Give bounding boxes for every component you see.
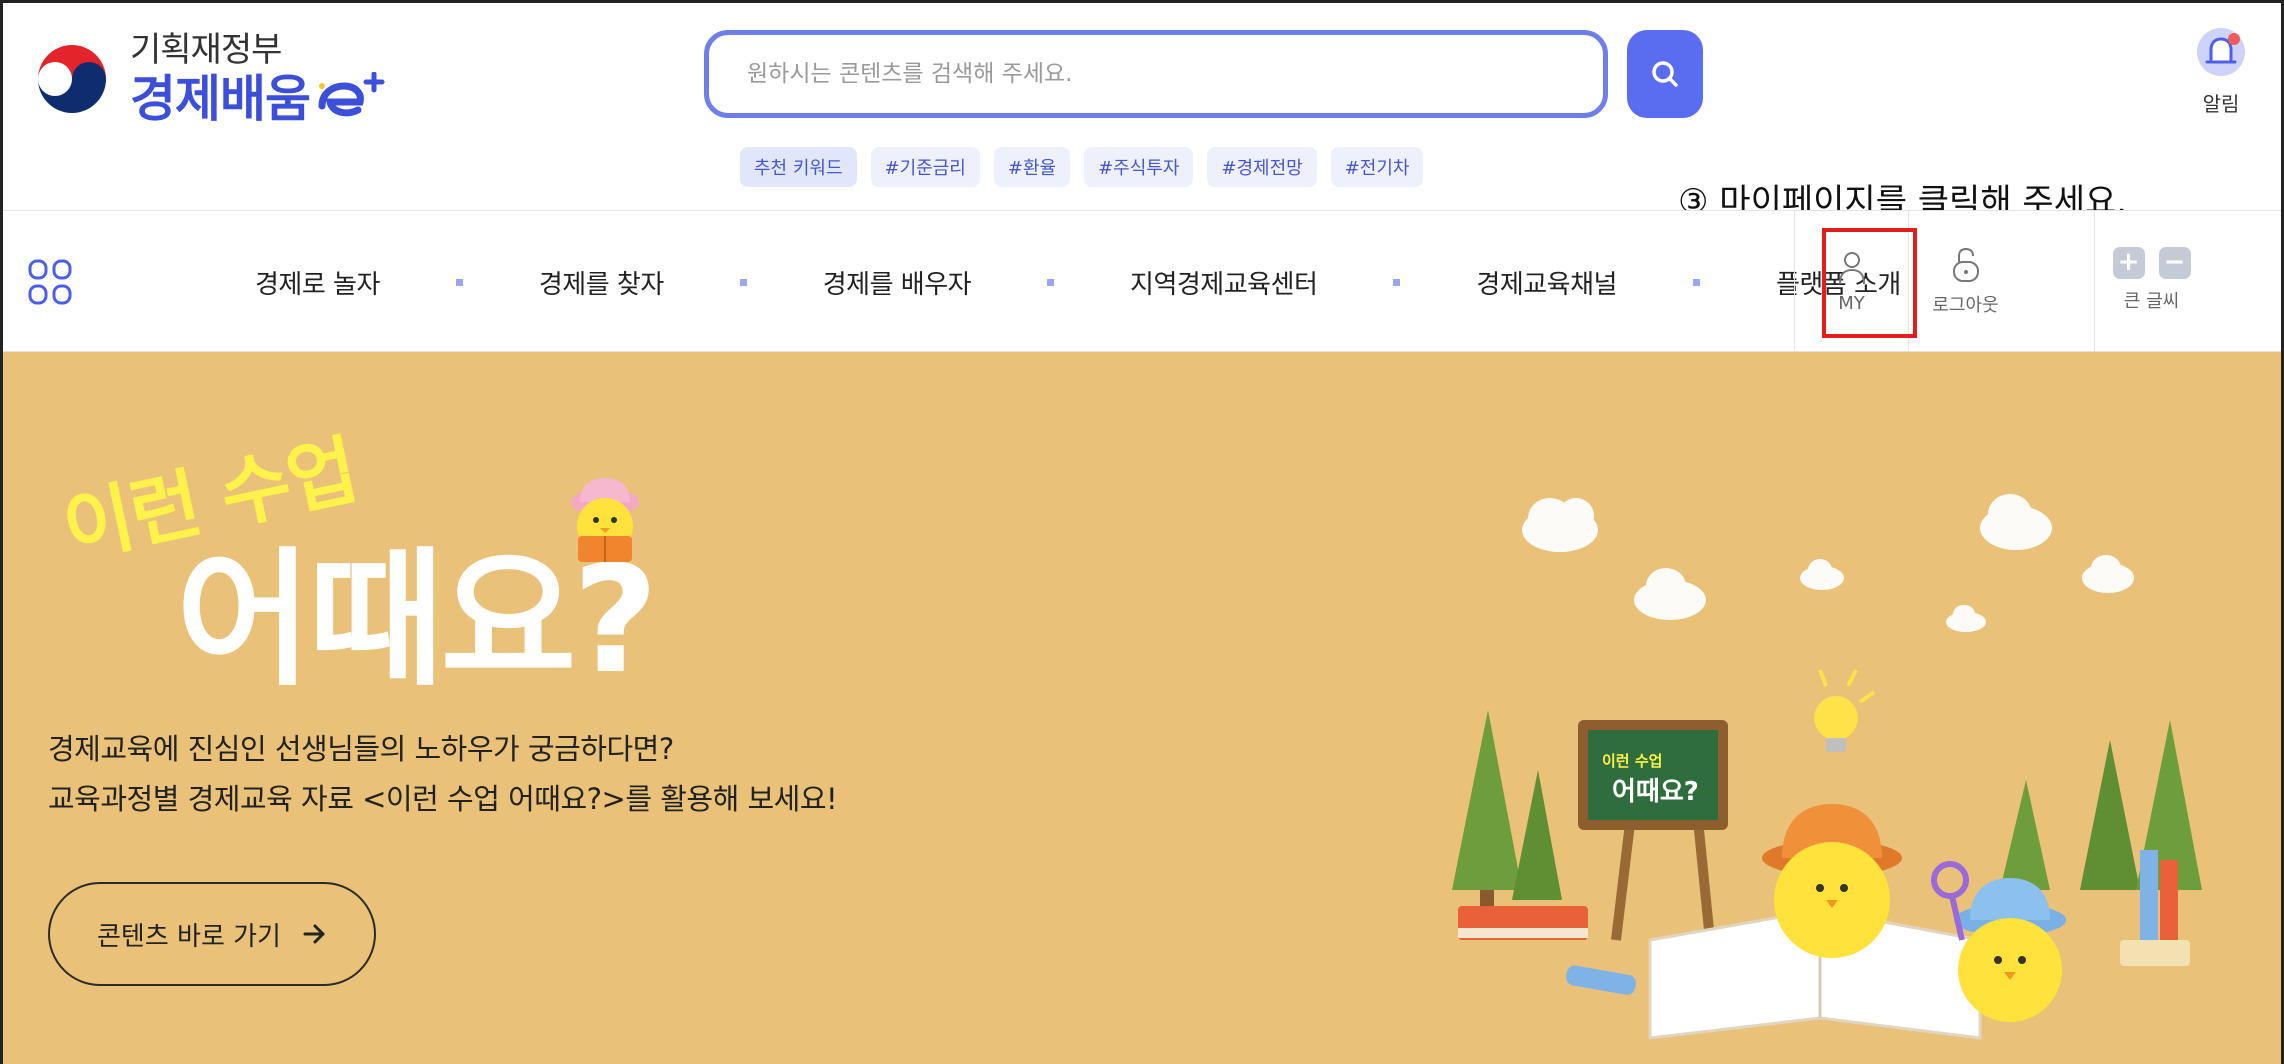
alarm-label: 알림 — [2202, 92, 2240, 116]
cloud-icon — [1946, 605, 1986, 632]
search-button[interactable] — [1627, 30, 1703, 118]
nav-separator — [1393, 278, 1401, 286]
reading-chick-icon — [571, 478, 639, 562]
ministry-name: 기획재정부 — [130, 30, 282, 70]
nav-item-play[interactable]: 경제로 놀자 — [255, 264, 380, 301]
site-logo[interactable]: 기획재정부 경제배움 — [30, 30, 386, 128]
search-input[interactable] — [709, 35, 1603, 113]
logout-label: 로그아웃 — [1932, 295, 1999, 316]
service-name: 경제배움 — [130, 70, 311, 128]
font-size-label: 큰 글씨 — [2123, 291, 2180, 312]
board-text-big: 어때요? — [1612, 777, 1699, 807]
search-box — [704, 30, 1608, 118]
taegeuk-logo-icon — [32, 39, 112, 119]
keywords-label: 추천 키워드 — [740, 147, 857, 187]
nav-item-channel[interactable]: 경제교육채널 — [1476, 264, 1617, 301]
search-icon — [1652, 61, 1678, 87]
nav-item-learn[interactable]: 경제를 배우자 — [823, 264, 972, 301]
gnb-menu: 경제로 놀자 경제를 찾자 경제를 배우자 지역경제교육센터 경제교육채널 플랫… — [255, 211, 1901, 353]
keyword-chip[interactable]: #경제전망 — [1207, 147, 1317, 187]
nav-separator — [455, 278, 463, 286]
cloud-icon — [1800, 559, 1844, 590]
cta-label: 콘텐츠 바로 가기 — [97, 921, 281, 952]
cloud-icon — [1634, 568, 1706, 620]
all-menu-grid-icon[interactable] — [28, 259, 72, 305]
content-shortcut-button[interactable]: 콘텐츠 바로 가기 — [48, 882, 376, 986]
nav-separator — [1047, 278, 1055, 286]
classroom-illustration: 이런 수업 어때요? — [1452, 494, 2202, 1040]
main-navigation: 경제로 놀자 경제를 찾자 경제를 배우자 지역경제교육센터 경제교육채널 플랫… — [0, 210, 2284, 353]
keyword-chip[interactable]: #전기차 — [1330, 147, 1424, 187]
nav-item-find[interactable]: 경제를 찾자 — [539, 264, 664, 301]
lightbulb-icon — [1814, 669, 1876, 752]
nav-item-regional-center[interactable]: 지역경제교육센터 — [1130, 264, 1318, 301]
cloud-icon — [1522, 498, 1598, 552]
board-text-small: 이런 수업 — [1602, 752, 1662, 770]
banner-desc-line-2: 교육과정별 경제교육 자료 <이런 수업 어때요?>를 활용해 보세요! — [48, 782, 838, 816]
arrow-right-icon — [303, 924, 325, 944]
nav-separator — [1692, 278, 1700, 286]
nav-separator — [739, 278, 747, 286]
banner-desc-line-1: 경제교육에 진심인 선생님들의 노하우가 궁금하다면? — [48, 732, 674, 766]
font-size-control: + − 큰 글씨 — [2094, 211, 2208, 353]
alarm-button[interactable]: 알림 — [2186, 26, 2256, 117]
e-plus-logo-icon — [318, 72, 385, 117]
banner-description: 경제교육에 진심인 선생님들의 노하우가 궁금하다면? 교육과정별 경제교육 자… — [48, 724, 838, 824]
cloud-icon — [2082, 555, 2134, 593]
recommended-keywords: 추천 키워드 #기준금리 #환율 #주식투자 #경제전망 #전기차 — [740, 147, 1424, 187]
keyword-chip[interactable]: #기준금리 — [870, 147, 980, 187]
header: 기획재정부 경제배움 추천 키워드 #기준금리 #환율 #주식투자 #경제전망 … — [0, 0, 2284, 222]
unlock-icon — [1952, 247, 1979, 282]
logout-button[interactable]: 로그아웃 — [1908, 211, 2022, 353]
keyword-chip[interactable]: #주식투자 — [1084, 147, 1194, 187]
keyword-chip[interactable]: #환율 — [993, 147, 1071, 187]
cloud-icon — [1980, 494, 2052, 550]
font-decrease-button[interactable]: − — [2158, 247, 2191, 279]
my-page-highlight — [1822, 228, 1917, 338]
bell-icon — [2197, 28, 2245, 76]
font-increase-button[interactable]: + — [2112, 247, 2145, 279]
